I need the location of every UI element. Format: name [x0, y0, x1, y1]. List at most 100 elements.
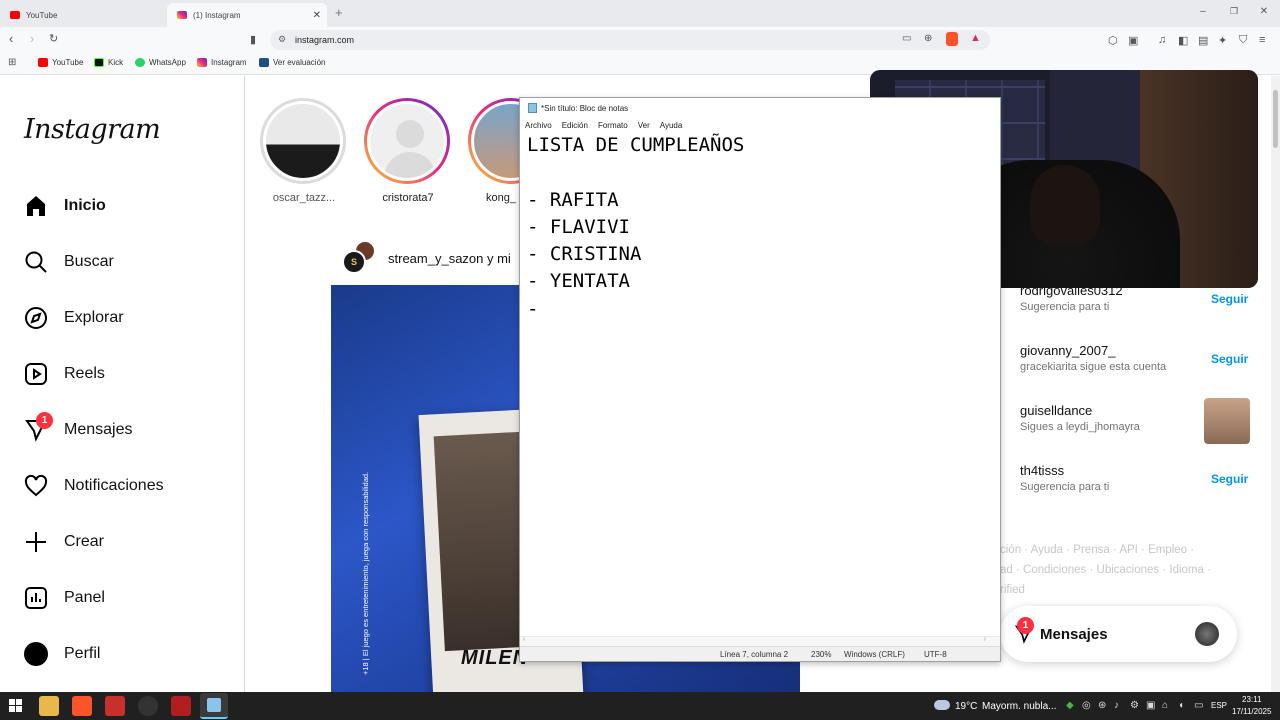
messenger-icon: 1	[22, 412, 53, 444]
suggestion-username[interactable]: giovanny_2007_	[1020, 343, 1166, 358]
nav-inicio[interactable]: Inicio	[22, 191, 106, 221]
bookmark-youtube[interactable]: YouTube	[38, 58, 83, 67]
browser-tab-bar: YouTube (1) Instagram ✕ + – ❐ ✕	[0, 0, 1280, 27]
tray-icon[interactable]: ▣	[1146, 700, 1155, 711]
nav-panel[interactable]: Panel	[22, 583, 105, 613]
windows-start-icon[interactable]	[9, 699, 22, 712]
minimize-icon[interactable]: –	[1193, 6, 1213, 17]
nav-crear[interactable]: Crear	[22, 527, 104, 557]
scrollbar-thumb[interactable]	[1273, 90, 1278, 148]
scroll-left-icon[interactable]: ‹	[523, 636, 525, 643]
zoom-icon[interactable]: ⊕	[924, 33, 932, 44]
instagram-logo[interactable]: Instagram	[24, 114, 161, 145]
menu-ver[interactable]: Ver	[638, 121, 650, 130]
suggestion-item[interactable]: guiselldance Sigues a leydi_jhomayra	[1020, 403, 1140, 433]
story-item[interactable]: cristorata7	[364, 98, 452, 204]
post-author[interactable]: stream_y_sazon y mi	[388, 251, 518, 266]
bookmark-icon[interactable]: ▮	[250, 33, 256, 46]
nav-notificaciones[interactable]: Notificaciones	[22, 471, 164, 501]
suggestion-thumbnail[interactable]	[1204, 398, 1250, 444]
back-icon[interactable]: ‹	[9, 31, 13, 46]
nav-mensajes[interactable]: 1 Mensajes	[22, 412, 132, 445]
brave-rewards-icon[interactable]: ▲	[970, 32, 981, 44]
cast-icon[interactable]: ▭	[902, 33, 911, 44]
weather-temp[interactable]: 19°C	[955, 701, 977, 712]
messages-button[interactable]: 1 Mensajes	[1000, 606, 1237, 662]
app-icon[interactable]	[105, 696, 125, 716]
input-language[interactable]: ESP	[1211, 701, 1227, 710]
notepad-text-area[interactable]: LISTA DE CUMPLEAÑOS - RAFITA - FLAVIVI -…	[527, 132, 987, 323]
tab-instagram[interactable]: (1) Instagram ✕	[167, 3, 327, 27]
menu-formato[interactable]: Formato	[598, 121, 628, 130]
volume-icon[interactable]: ◖	[1178, 700, 1184, 711]
sidebar-icon[interactable]: ◧	[1178, 34, 1188, 47]
tray-icon[interactable]: ⚙	[1130, 700, 1139, 711]
forward-icon[interactable]: ›	[30, 31, 34, 46]
close-tab-icon[interactable]: ✕	[313, 10, 321, 21]
tray-icon[interactable]: ◎	[1082, 700, 1091, 711]
story-item[interactable]: kong_	[468, 98, 520, 204]
notepad-taskbar-icon[interactable]	[200, 693, 228, 719]
suggestion-item[interactable]: giovanny_2007_ gracekiarita sigue esta c…	[1020, 343, 1166, 373]
nav-reels[interactable]: Reels	[22, 359, 105, 389]
story-item[interactable]: oscar_tazz...	[260, 98, 348, 204]
brave-browser-icon[interactable]	[72, 696, 92, 716]
file-explorer-icon[interactable]	[39, 696, 59, 716]
post-avatars[interactable]: S	[342, 240, 376, 274]
suggestion-username[interactable]: th4tisss	[1020, 463, 1109, 478]
vpn-icon[interactable]: ⛉	[1239, 34, 1247, 47]
battery-icon[interactable]: ▭	[1194, 700, 1203, 711]
bookmark-label: WhatsApp	[149, 58, 186, 67]
new-tab-button[interactable]: +	[335, 5, 343, 20]
menu-edicion[interactable]: Edición	[562, 121, 588, 130]
menu-icon[interactable]: ≡	[1259, 34, 1265, 46]
window-close-icon[interactable]: ✕	[1254, 6, 1274, 17]
weather-desc[interactable]: Mayorm. nubla...	[982, 701, 1056, 712]
nav-perfil[interactable]: Perfil	[22, 639, 100, 669]
suggestion-item[interactable]: th4tisss Sugerencia para ti	[1020, 463, 1109, 493]
follow-button[interactable]: Seguir	[1211, 472, 1248, 486]
notepad-window[interactable]: *Sin título: Bloc de notas Archivo Edici…	[519, 97, 1001, 662]
nav-buscar[interactable]: Buscar	[22, 247, 114, 277]
mic-icon[interactable]: ♪	[1114, 700, 1119, 711]
bookmark-ver-evaluacion[interactable]: Ver evaluación	[259, 58, 325, 67]
menu-ayuda[interactable]: Ayuda	[660, 121, 683, 130]
instagram-icon	[197, 58, 207, 67]
story-username: kong_	[486, 192, 516, 204]
menu-archivo[interactable]: Archivo	[525, 121, 552, 130]
clock-time[interactable]: 23:11	[1242, 695, 1261, 704]
footer-links[interactable]: ción · Ayuda · Prensa · API · Empleo ·	[1000, 544, 1194, 556]
bookmark-label: Ver evaluación	[273, 58, 326, 67]
nav-explorar[interactable]: Explorar	[22, 303, 124, 333]
tab-youtube[interactable]: YouTube	[0, 3, 165, 27]
follow-button[interactable]: Seguir	[1211, 352, 1248, 366]
wallet-icon[interactable]: ▤	[1198, 34, 1208, 47]
follow-button[interactable]: Seguir	[1211, 292, 1248, 306]
tray-icon[interactable]: ⊛	[1098, 700, 1106, 711]
restore-icon[interactable]: ❐	[1224, 6, 1244, 17]
page-scrollbar[interactable]	[1271, 76, 1280, 692]
site-info-icon[interactable]: ⚙	[278, 34, 286, 45]
music-icon[interactable]: ♫	[1158, 34, 1166, 46]
scroll-right-icon[interactable]: ›	[984, 636, 986, 643]
bookmark-kick[interactable]: Kick	[94, 58, 123, 67]
brave-shields-icon[interactable]	[946, 32, 958, 46]
network-icon[interactable]: ⌂	[1162, 700, 1168, 711]
voice-app-icon[interactable]	[171, 696, 191, 716]
obs-icon[interactable]	[138, 696, 158, 716]
screenshot-icon[interactable]: ▣	[1128, 34, 1138, 47]
suggestion-username[interactable]: guiselldance	[1020, 403, 1140, 418]
apps-grid-icon[interactable]: ⊞	[8, 57, 16, 68]
reload-icon[interactable]: ↻	[49, 32, 58, 45]
address-bar[interactable]: ⚙ instagram.com ▭ ⊕ ▲	[270, 30, 990, 50]
bookmark-whatsapp[interactable]: WhatsApp	[135, 58, 186, 67]
horizontal-scrollbar[interactable]: ‹ ›	[520, 636, 1000, 646]
tray-icon[interactable]: ◆	[1066, 700, 1074, 711]
bookmark-instagram[interactable]: Instagram	[197, 58, 247, 67]
footer-links[interactable]: ad · Condiciones · Ubicaciones · Idioma …	[1000, 564, 1211, 576]
line-ending: Windows (CRLF)	[844, 650, 905, 659]
notepad-titlebar[interactable]: *Sin título: Bloc de notas	[520, 98, 1000, 118]
clock-date[interactable]: 17/11/2025	[1232, 707, 1271, 716]
extensions-icon[interactable]: ⬡	[1108, 34, 1118, 47]
leo-icon[interactable]: ✦	[1218, 34, 1227, 47]
